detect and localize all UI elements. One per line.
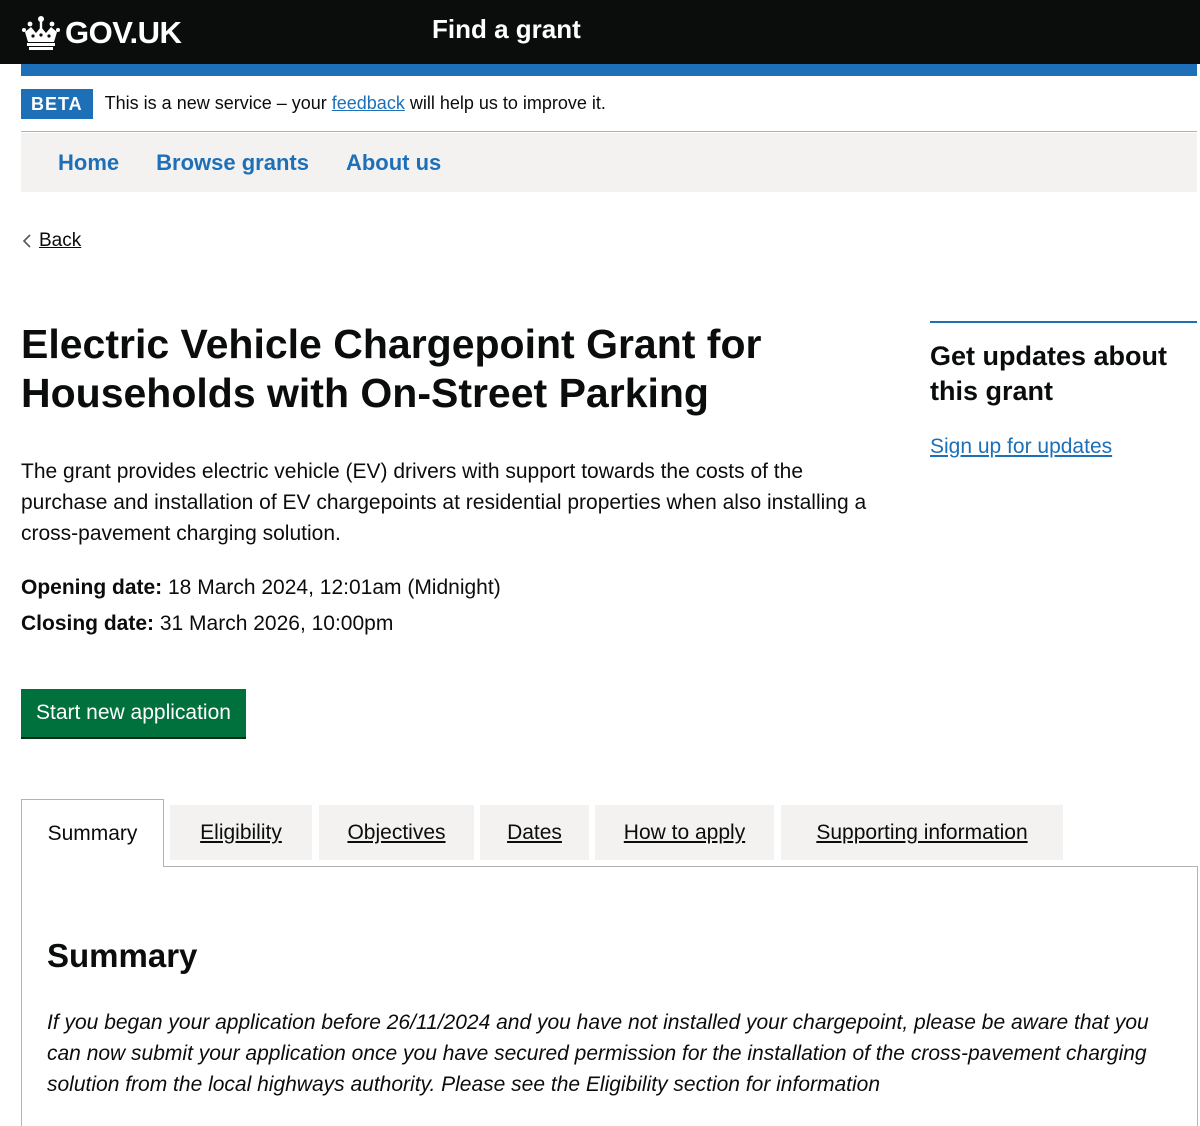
tab-summary[interactable]: Summary	[21, 799, 164, 867]
phase-banner-text: This is a new service – your feedback wi…	[105, 93, 606, 114]
nav-item-about-us[interactable]: About us	[346, 150, 441, 176]
opening-date-label: Opening date:	[21, 576, 163, 599]
closing-date: Closing date: 31 March 2026, 10:00pm	[21, 610, 393, 638]
phase-text-after: will help us to improve it.	[404, 93, 606, 113]
sidebar-heading-line-1: Get updates about	[930, 341, 1168, 371]
feedback-link[interactable]: feedback	[332, 93, 405, 113]
logo-text: GOV.UK	[65, 15, 182, 50]
beta-tag: BETA	[21, 88, 93, 119]
govuk-logo-link[interactable]: GOV.UK	[21, 12, 182, 54]
start-new-application-button[interactable]: Start new application	[21, 689, 246, 737]
tab-objectives[interactable]: Objectives	[319, 805, 474, 860]
grant-tabs: Summary Eligibility Objectives Dates How…	[21, 799, 1198, 867]
header-accent-bar	[21, 64, 1197, 76]
updates-sidebar: Get updates about this grant Sign up for …	[930, 321, 1197, 459]
back-link-label: Back	[39, 230, 82, 251]
site-header: GOV.UK Find a grant	[0, 0, 1200, 64]
tab-supporting-information[interactable]: Supporting information	[781, 805, 1063, 860]
nav-item-home[interactable]: Home	[58, 150, 119, 176]
title-line-1: Electric Vehicle Chargepoint Grant for	[21, 321, 762, 367]
page-title: Electric Vehicle Chargepoint Grant for Ho…	[21, 320, 881, 418]
title-line-2: Households with On-Street Parking	[21, 370, 709, 416]
opening-date: Opening date: 18 March 2024, 12:01am (Mi…	[21, 574, 501, 602]
tab-dates[interactable]: Dates	[480, 805, 589, 860]
phase-text-before: This is a new service – your	[104, 93, 332, 113]
nav-item-browse-grants[interactable]: Browse grants	[156, 150, 309, 176]
tab-eligibility[interactable]: Eligibility	[170, 805, 312, 860]
chevron-left-icon	[22, 234, 31, 248]
closing-date-label: Closing date:	[21, 612, 155, 635]
sign-up-for-updates-link[interactable]: Sign up for updates	[930, 435, 1197, 459]
back-link[interactable]: Back	[21, 230, 81, 252]
panel-heading: Summary	[47, 937, 198, 974]
grant-description: The grant provides electric vehicle (EV)…	[21, 460, 867, 545]
phase-banner: BETA This is a new service – your feedba…	[21, 76, 1197, 132]
crown-icon	[22, 16, 60, 50]
sidebar-heading: Get updates about this grant	[930, 339, 1197, 409]
tab-panel-summary: Summary If you began your application be…	[21, 866, 1198, 1126]
opening-date-value: 18 March 2024, 12:01am (Midnight)	[162, 576, 501, 599]
primary-navigation: Home Browse grants About us	[21, 133, 1197, 192]
sidebar-heading-line-2: this grant	[930, 376, 1054, 406]
service-name[interactable]: Find a grant	[432, 14, 581, 45]
panel-text: If you began your application before 26/…	[47, 1011, 1149, 1096]
tab-how-to-apply[interactable]: How to apply	[595, 805, 774, 860]
closing-date-value: 31 March 2026, 10:00pm	[154, 612, 394, 635]
